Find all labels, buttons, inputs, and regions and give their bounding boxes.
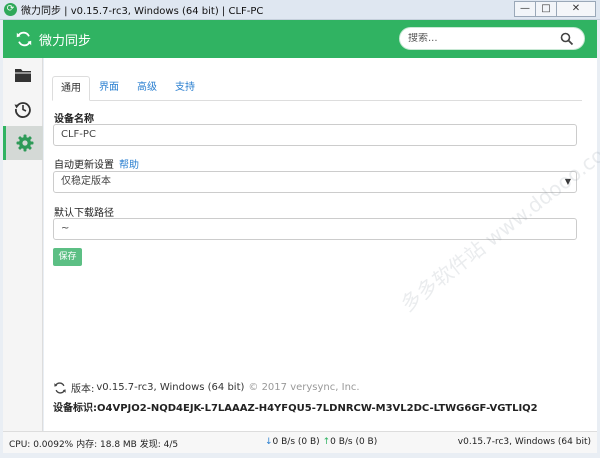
- sync-logo-icon: [16, 31, 32, 47]
- app-header: 微力同步: [3, 20, 597, 58]
- tab-advanced[interactable]: 高级: [128, 76, 166, 101]
- tab-general[interactable]: 通用: [52, 76, 90, 101]
- minimize-button[interactable]: —: [514, 1, 536, 17]
- memory-usage: 内存: 18.8 MB: [76, 440, 137, 450]
- device-id-row: 设备标识:O4VPJO2-NQD4EJK-L7LAAAZ-H4YFQU5-7LD…: [53, 399, 538, 414]
- tab-support[interactable]: 支持: [166, 76, 204, 101]
- version-label: 版本:: [71, 384, 95, 395]
- download-path-label: 默认下载路径: [54, 208, 114, 219]
- device-id-label: 设备标识:: [53, 403, 97, 414]
- copyright-text: © 2017 verysync, Inc.: [248, 382, 360, 393]
- auto-update-label: 自动更新设置: [54, 160, 114, 171]
- close-button[interactable]: ✕: [556, 1, 596, 17]
- auto-update-value: 仅稳定版本: [61, 176, 111, 187]
- window-titlebar: ⟳ 微力同步 | v0.15.7-rc3, Windows (64 bit) |…: [0, 0, 600, 20]
- settings-panel: 通用 界面 高级 支持 设备名称 CLF-PC 自动更新设置 帮助 仅稳定版本 …: [44, 58, 600, 431]
- save-button[interactable]: 保存: [53, 248, 82, 266]
- upload-rate: 0 B/s (0 B): [330, 437, 378, 447]
- sidebar-item-folders[interactable]: [3, 58, 43, 92]
- search-box: [399, 27, 585, 50]
- auto-update-select[interactable]: 仅稳定版本 ▼: [53, 171, 577, 193]
- window-controls: — □ ✕: [514, 1, 596, 17]
- cpu-usage: CPU: 0.0092%: [9, 440, 74, 450]
- app-brand: 微力同步: [39, 33, 92, 49]
- version-row: 版本: v0.15.7-rc3, Windows (64 bit) © 2017…: [53, 380, 360, 395]
- discovery-status: 发现: 4/5: [139, 440, 179, 450]
- gear-icon: [16, 134, 33, 152]
- transfer-rates: ↓0 B/s (0 B) ↑0 B/s (0 B): [265, 437, 377, 447]
- device-id-value: O4VPJO2-NQD4EJK-L7LAAAZ-H4YFQU5-7LDNRCW-…: [97, 403, 538, 414]
- maximize-button[interactable]: □: [535, 1, 557, 17]
- help-link[interactable]: 帮助: [119, 156, 139, 171]
- history-icon: [14, 102, 31, 118]
- sidebar-item-settings[interactable]: [3, 126, 43, 160]
- search-input[interactable]: [400, 33, 560, 44]
- upload-arrow-icon: ↑: [322, 437, 331, 447]
- download-path-field[interactable]: ~: [53, 218, 577, 240]
- app-icon: ⟳: [4, 3, 17, 16]
- device-name-field[interactable]: CLF-PC: [53, 124, 577, 146]
- settings-tabs: 通用 界面 高级 支持: [52, 76, 582, 101]
- sidebar: [3, 58, 43, 431]
- sidebar-item-history[interactable]: [3, 92, 43, 126]
- search-icon[interactable]: [560, 32, 574, 46]
- status-version: v0.15.7-rc3, Windows (64 bit): [457, 437, 591, 447]
- sync-icon: [54, 381, 66, 394]
- status-bar: CPU: 0.0092% 内存: 18.8 MB 发现: 4/5 ↓0 B/s …: [3, 431, 597, 453]
- download-rate: 0 B/s (0 B): [272, 437, 320, 447]
- window-title: 微力同步 | v0.15.7-rc3, Windows (64 bit) | C…: [21, 6, 264, 17]
- version-text: v0.15.7-rc3, Windows (64 bit): [96, 382, 245, 393]
- dropdown-caret-icon: ▼: [564, 177, 571, 186]
- download-arrow-icon: ↓: [265, 437, 273, 447]
- tab-interface[interactable]: 界面: [90, 76, 128, 101]
- device-name-label: 设备名称: [54, 114, 94, 125]
- folder-icon: [15, 69, 31, 82]
- status-left: CPU: 0.0092% 内存: 18.8 MB 发现: 4/5: [9, 437, 178, 450]
